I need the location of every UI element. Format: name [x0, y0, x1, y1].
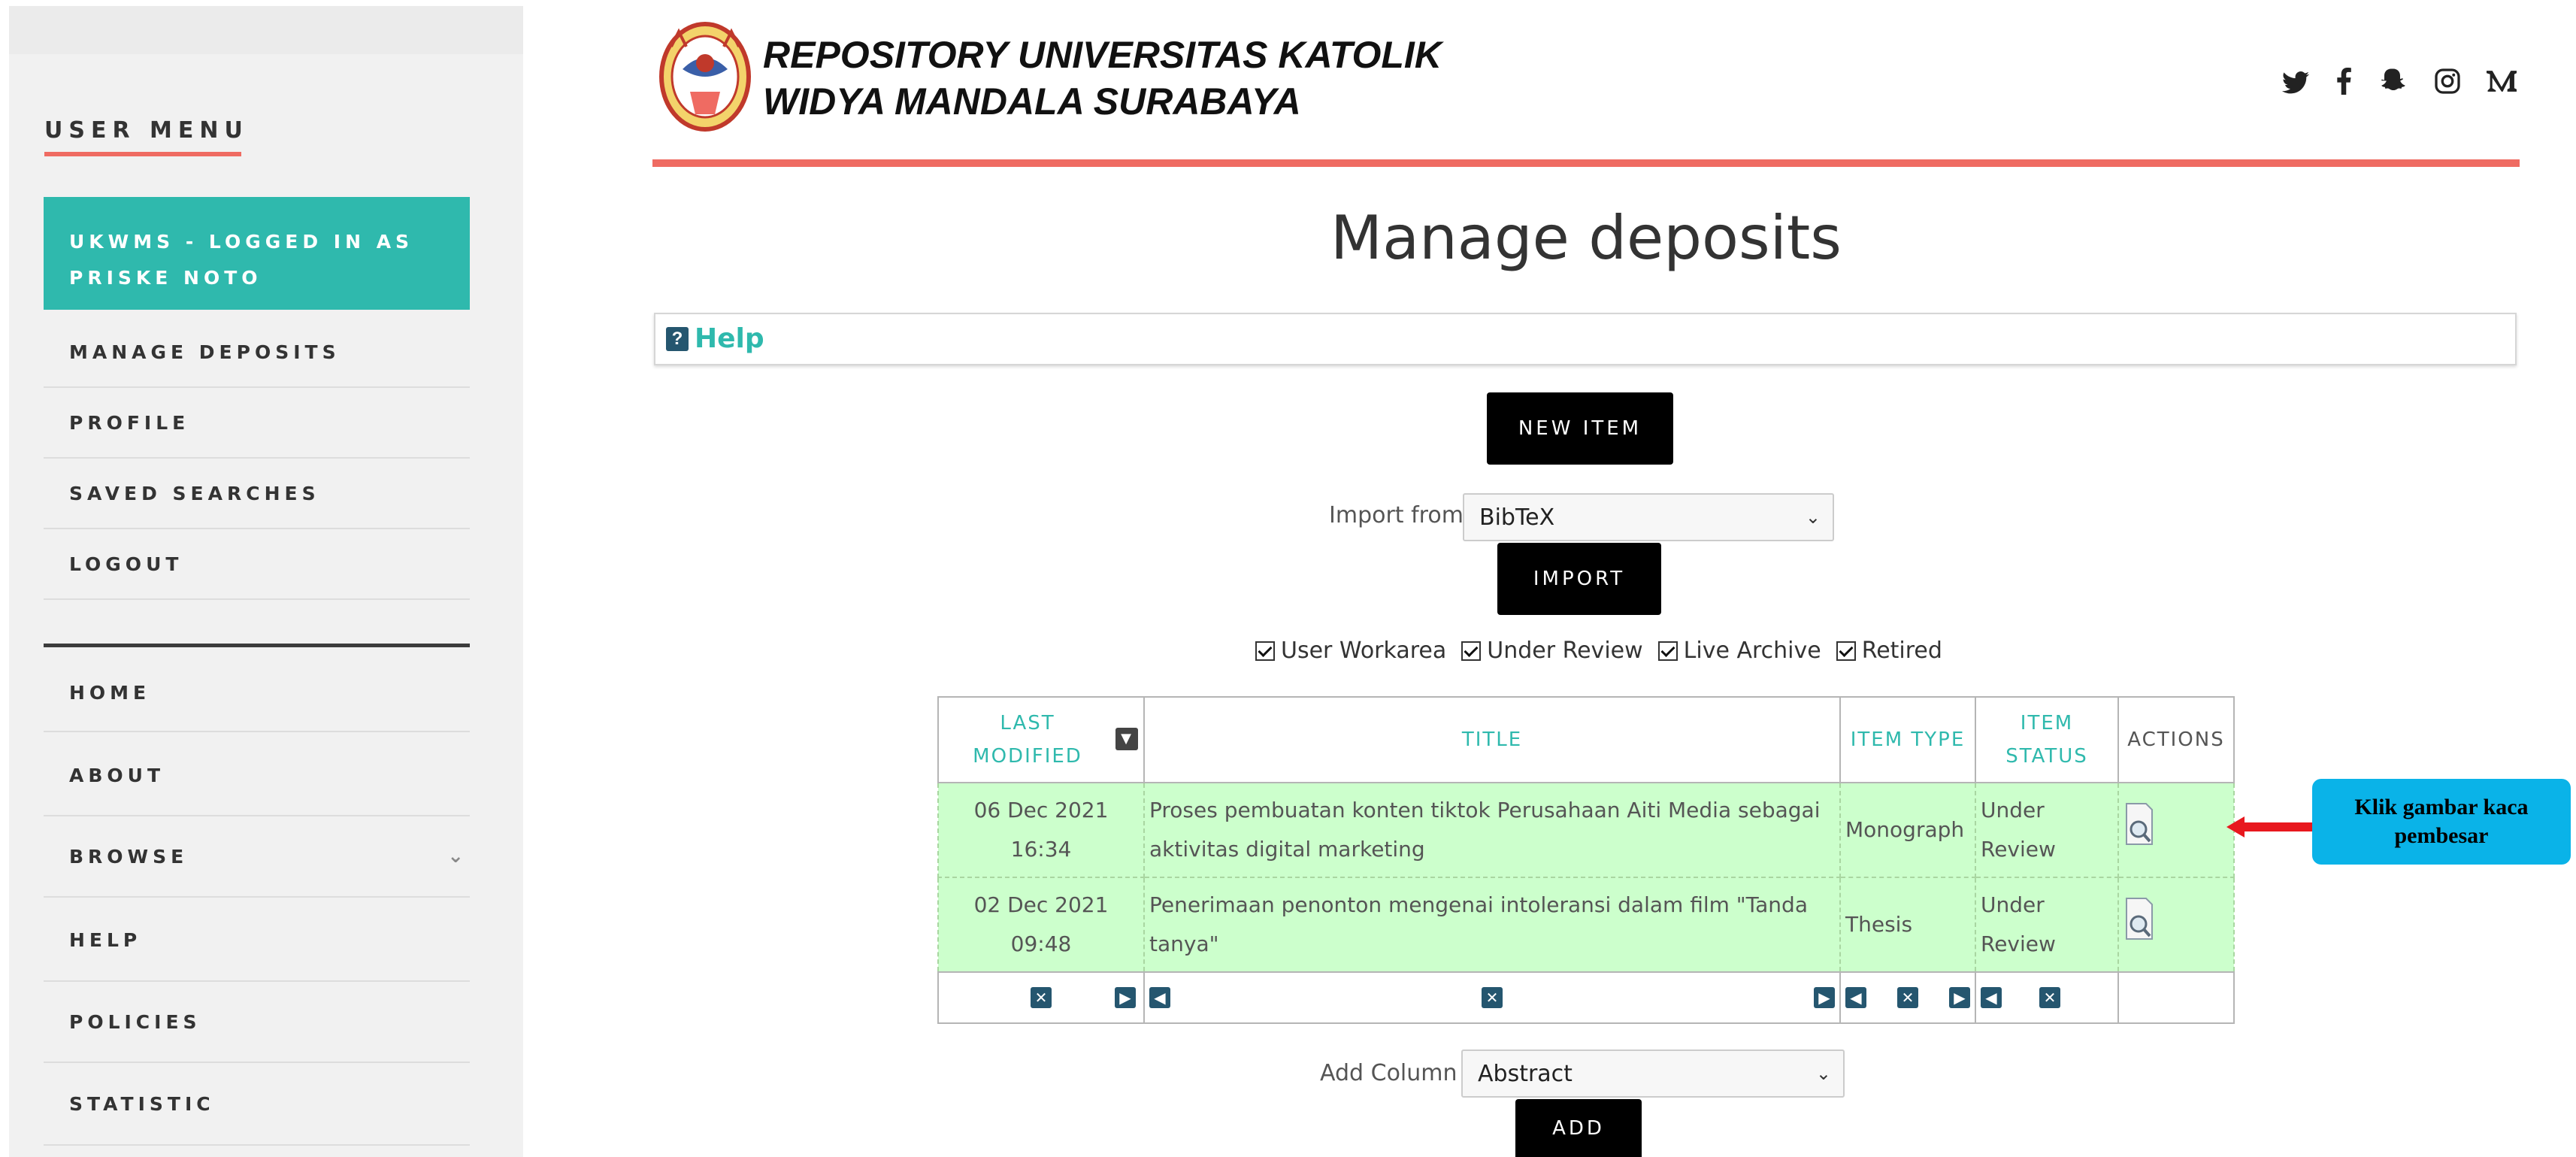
- sidebar-item-logout[interactable]: LOGOUT: [44, 529, 470, 600]
- brand-title[interactable]: REPOSITORY UNIVERSITAS KATOLIK WIDYA MAN…: [763, 32, 1442, 125]
- cell-item-status: Under Review: [1975, 782, 2119, 878]
- column-controls-title: ◀ ✕ ▶: [1143, 971, 1841, 1024]
- column-controls-item-status: ◀ ✕: [1975, 971, 2119, 1024]
- sidebar-item-home[interactable]: HOME: [44, 654, 470, 732]
- import-format-select[interactable]: BibTeX ⌄: [1463, 493, 1834, 541]
- chevron-down-icon: ⌄: [1805, 507, 1821, 528]
- move-left-icon[interactable]: ◀: [1845, 987, 1866, 1008]
- column-controls-row: ✕ ▶ ◀ ✕ ▶ ◀ ✕ ▶ ◀ ✕: [937, 971, 2235, 1024]
- filter-retired[interactable]: Retired: [1836, 638, 1942, 664]
- table-row[interactable]: 06 Dec 2021 16:34 Proses pembuatan konte…: [937, 782, 2235, 878]
- page-title: Manage deposits: [1330, 203, 1842, 273]
- column-controls-item-type: ◀ ✕ ▶: [1839, 971, 1976, 1024]
- sidebar-item-help[interactable]: HELP: [44, 899, 470, 982]
- cell-actions: [2117, 877, 2235, 973]
- logged-in-banner: UKWMS - LOGGED IN AS PRISKE NOTO: [44, 197, 470, 310]
- sidebar-item-about[interactable]: ABOUT: [44, 735, 470, 816]
- column-header-last-modified[interactable]: LAST MODIFIED ▼: [937, 696, 1145, 783]
- move-right-icon[interactable]: ▶: [1814, 987, 1835, 1008]
- cell-last-modified: 06 Dec 2021 16:34: [937, 782, 1145, 878]
- remove-column-icon[interactable]: ✕: [1897, 987, 1918, 1008]
- cell-item-type: Monograph: [1839, 782, 1976, 878]
- sidebar-item-manage-deposits[interactable]: MANAGE DEPOSITS: [44, 317, 470, 388]
- import-button[interactable]: IMPORT: [1497, 543, 1661, 615]
- column-header-title[interactable]: TITLE: [1143, 696, 1841, 783]
- filter-label: Live Archive: [1683, 638, 1821, 664]
- help-label[interactable]: Help: [695, 323, 764, 354]
- brand-line1: REPOSITORY UNIVERSITAS KATOLIK: [763, 34, 1442, 76]
- status-filters: User Workarea Under Review Live Archive …: [1255, 638, 1957, 664]
- chevron-down-icon: ⌄: [1815, 1063, 1831, 1084]
- chevron-down-icon: ⌄: [447, 845, 464, 868]
- header-divider: [652, 159, 2520, 167]
- add-column-value: Abstract: [1478, 1060, 1573, 1087]
- cell-actions: [2117, 782, 2235, 878]
- move-left-icon[interactable]: ◀: [1981, 987, 2002, 1008]
- snapchat-icon[interactable]: [2380, 68, 2407, 101]
- import-format-value: BibTeX: [1479, 504, 1555, 531]
- move-left-icon[interactable]: ◀: [1149, 987, 1170, 1008]
- user-menu-title: USER MENU: [44, 117, 249, 144]
- sort-descending-icon[interactable]: ▼: [1115, 728, 1138, 750]
- move-right-icon[interactable]: ▶: [1949, 987, 1970, 1008]
- sidebar-item-policies[interactable]: POLICIES: [44, 982, 470, 1063]
- column-header-actions: ACTIONS: [2117, 696, 2235, 783]
- move-right-icon[interactable]: ▶: [1115, 987, 1136, 1008]
- filter-live-archive[interactable]: Live Archive: [1657, 638, 1821, 664]
- sidebar-item-profile[interactable]: PROFILE: [44, 388, 470, 459]
- add-button[interactable]: ADD: [1515, 1099, 1642, 1157]
- add-column-select[interactable]: Abstract ⌄: [1461, 1049, 1845, 1098]
- checkbox-icon[interactable]: [1836, 641, 1856, 661]
- checkbox-icon[interactable]: [1461, 641, 1482, 661]
- deposits-table: LAST MODIFIED ▼ TITLE ITEM TYPE ITEM STA…: [937, 696, 2235, 1024]
- sidebar-divider: [44, 644, 470, 647]
- user-menu-underline: [44, 152, 241, 156]
- column-header-label: ITEM STATUS: [2005, 712, 2088, 768]
- cell-title: Penerimaan penonton mengenai intoleransi…: [1143, 877, 1841, 973]
- remove-column-icon[interactable]: ✕: [1482, 987, 1503, 1008]
- brand-line2: WIDYA MANDALA SURABAYA: [763, 80, 1301, 123]
- facebook-icon[interactable]: [2336, 68, 2351, 101]
- filter-label: User Workarea: [1281, 638, 1447, 664]
- new-item-button[interactable]: NEW ITEM: [1487, 392, 1673, 465]
- magnifier-icon[interactable]: [2123, 895, 2155, 942]
- column-controls-last-modified: ✕ ▶: [937, 971, 1145, 1024]
- sidebar-topbar: [9, 6, 523, 54]
- medium-icon[interactable]: [2487, 68, 2517, 101]
- column-header-label: LAST MODIFIED: [973, 712, 1082, 768]
- cell-title: Proses pembuatan konten tiktok Perusahaa…: [1143, 782, 1841, 878]
- remove-column-icon[interactable]: ✕: [1031, 987, 1052, 1008]
- sidebar-item-statistic[interactable]: STATISTIC: [44, 1063, 470, 1146]
- cell-item-status: Under Review: [1975, 877, 2119, 973]
- remove-column-icon[interactable]: ✕: [2039, 987, 2060, 1008]
- help-panel[interactable]: ? Help: [654, 313, 2517, 365]
- add-column-label: Add Column: [1320, 1060, 1458, 1086]
- column-header-item-status[interactable]: ITEM STATUS: [1975, 696, 2119, 783]
- filter-label: Retired: [1861, 638, 1942, 664]
- column-header-item-type[interactable]: ITEM TYPE: [1839, 696, 1976, 783]
- cell-last-modified: 02 Dec 2021 09:48: [937, 877, 1145, 973]
- sidebar-item-browse[interactable]: BROWSE ⌄: [44, 816, 470, 898]
- filter-label: Under Review: [1487, 638, 1643, 664]
- table-header-row: LAST MODIFIED ▼ TITLE ITEM TYPE ITEM STA…: [937, 696, 2235, 783]
- import-from-label: Import from: [1329, 502, 1464, 529]
- checkbox-icon[interactable]: [1255, 641, 1275, 661]
- annotation-callout: Klik gambar kaca pembesar: [2312, 779, 2571, 865]
- help-icon: ?: [666, 327, 689, 351]
- annotation-arrow-line: [2237, 822, 2320, 831]
- column-controls-actions: [2117, 971, 2235, 1024]
- sidebar-item-saved-searches[interactable]: SAVED SEARCHES: [44, 459, 470, 529]
- filter-user-workarea[interactable]: User Workarea: [1255, 638, 1446, 664]
- filter-under-review[interactable]: Under Review: [1461, 638, 1643, 664]
- sidebar-item-browse-label: BROWSE: [69, 845, 189, 868]
- twitter-icon[interactable]: [2282, 68, 2309, 101]
- university-logo[interactable]: [656, 17, 754, 137]
- cell-item-type: Thesis: [1839, 877, 1976, 973]
- instagram-icon[interactable]: [2434, 68, 2461, 101]
- table-row[interactable]: 02 Dec 2021 09:48 Penerimaan penonton me…: [937, 877, 2235, 973]
- magnifier-icon[interactable]: [2123, 801, 2155, 847]
- checkbox-icon[interactable]: [1657, 641, 1678, 661]
